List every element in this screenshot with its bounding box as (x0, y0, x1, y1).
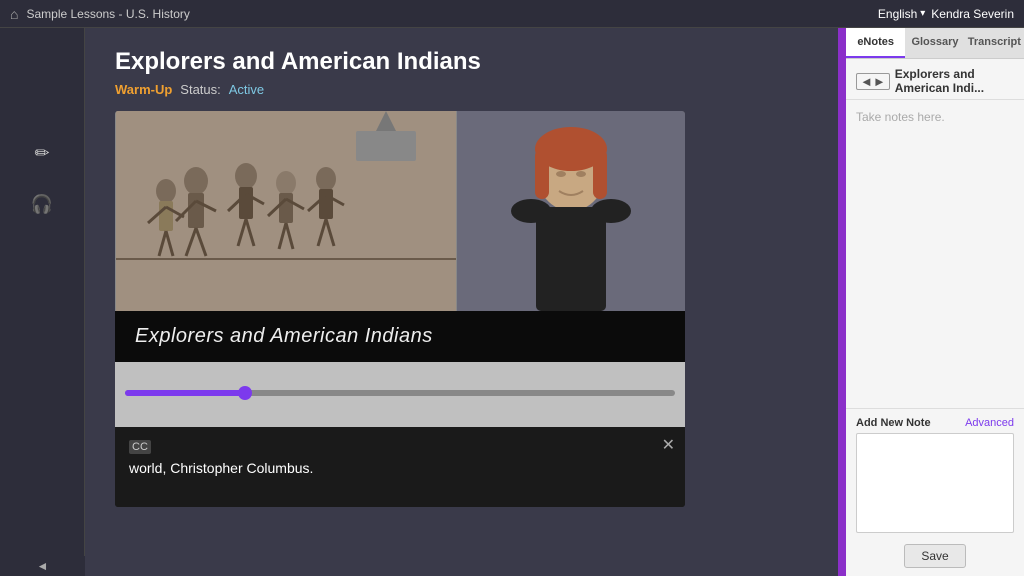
video-controls[interactable] (115, 362, 685, 427)
progress-area[interactable] (115, 362, 685, 427)
add-note-header: Add New Note Advanced (856, 417, 1014, 429)
status-value: Active (229, 82, 264, 97)
pencil-icon[interactable]: ✏ (29, 138, 54, 169)
caption-area: CC ✕ world, Christopher Columbus. (115, 427, 685, 507)
tab-glossary[interactable]: Glossary (905, 28, 964, 58)
add-note-section: Add New Note Advanced Save (846, 408, 1024, 576)
sketch-illustration (115, 111, 457, 311)
notes-header: ◄► Explorers and American Indi... (846, 59, 1024, 100)
back-arrow-icon[interactable]: ◄ (37, 559, 49, 573)
top-bar-left: ⌂ Sample Lessons - U.S. History (10, 6, 190, 22)
cc-icon: CC (129, 440, 151, 454)
right-panel: eNotes Glossary Transcript ◄► Explorers … (846, 28, 1024, 576)
top-bar-right: English ▾ Kendra Severin (878, 7, 1014, 21)
right-tabs: eNotes Glossary Transcript (846, 28, 1024, 59)
bottom-bar: ◄ (0, 556, 85, 576)
panel-divider[interactable] (838, 28, 846, 576)
video-main (115, 111, 685, 311)
main-layout: ✏ 🎧 Explorers and American Indians Warm-… (0, 28, 1024, 576)
video-presenter (457, 111, 685, 311)
content-area: Explorers and American Indians Warm-Up S… (85, 28, 838, 576)
presenter-figure (491, 111, 651, 311)
headphone-icon[interactable]: 🎧 (26, 189, 58, 220)
home-icon[interactable]: ⌂ (10, 6, 18, 22)
left-sidebar: ✏ 🎧 (0, 28, 85, 576)
note-textarea[interactable] (856, 433, 1014, 533)
caption-close-icon[interactable]: ✕ (662, 435, 675, 455)
lesson-title: Explorers and American Indians (115, 48, 808, 76)
user-name: Kendra Severin (931, 7, 1014, 21)
warm-up-label: Warm-Up (115, 82, 172, 97)
notes-panel-title: Explorers and American Indi... (895, 67, 1014, 95)
language-label: English (878, 7, 917, 21)
breadcrumb: Sample Lessons - U.S. History (26, 7, 189, 21)
lesson-meta: Warm-Up Status: Active (115, 82, 808, 97)
language-selector[interactable]: English ▾ (878, 7, 925, 21)
advanced-link[interactable]: Advanced (965, 417, 1014, 429)
collapse-button[interactable]: ◄► (856, 73, 890, 90)
video-container: Explorers and American Indians CC ✕ worl… (115, 111, 685, 507)
video-background (115, 111, 457, 311)
top-bar: ⌂ Sample Lessons - U.S. History English … (0, 0, 1024, 28)
chevron-down-icon: ▾ (920, 8, 925, 19)
status-label: Status: (180, 82, 220, 97)
tab-enotes[interactable]: eNotes (846, 28, 905, 58)
notes-placeholder: Take notes here. (856, 110, 945, 124)
save-button[interactable]: Save (904, 544, 965, 568)
video-title-overlay: Explorers and American Indians (115, 311, 685, 362)
caption-text: world, Christopher Columbus. (129, 460, 671, 476)
add-note-label: Add New Note (856, 417, 931, 429)
tab-transcript[interactable]: Transcript (965, 28, 1024, 58)
notes-body[interactable]: Take notes here. (846, 100, 1024, 408)
